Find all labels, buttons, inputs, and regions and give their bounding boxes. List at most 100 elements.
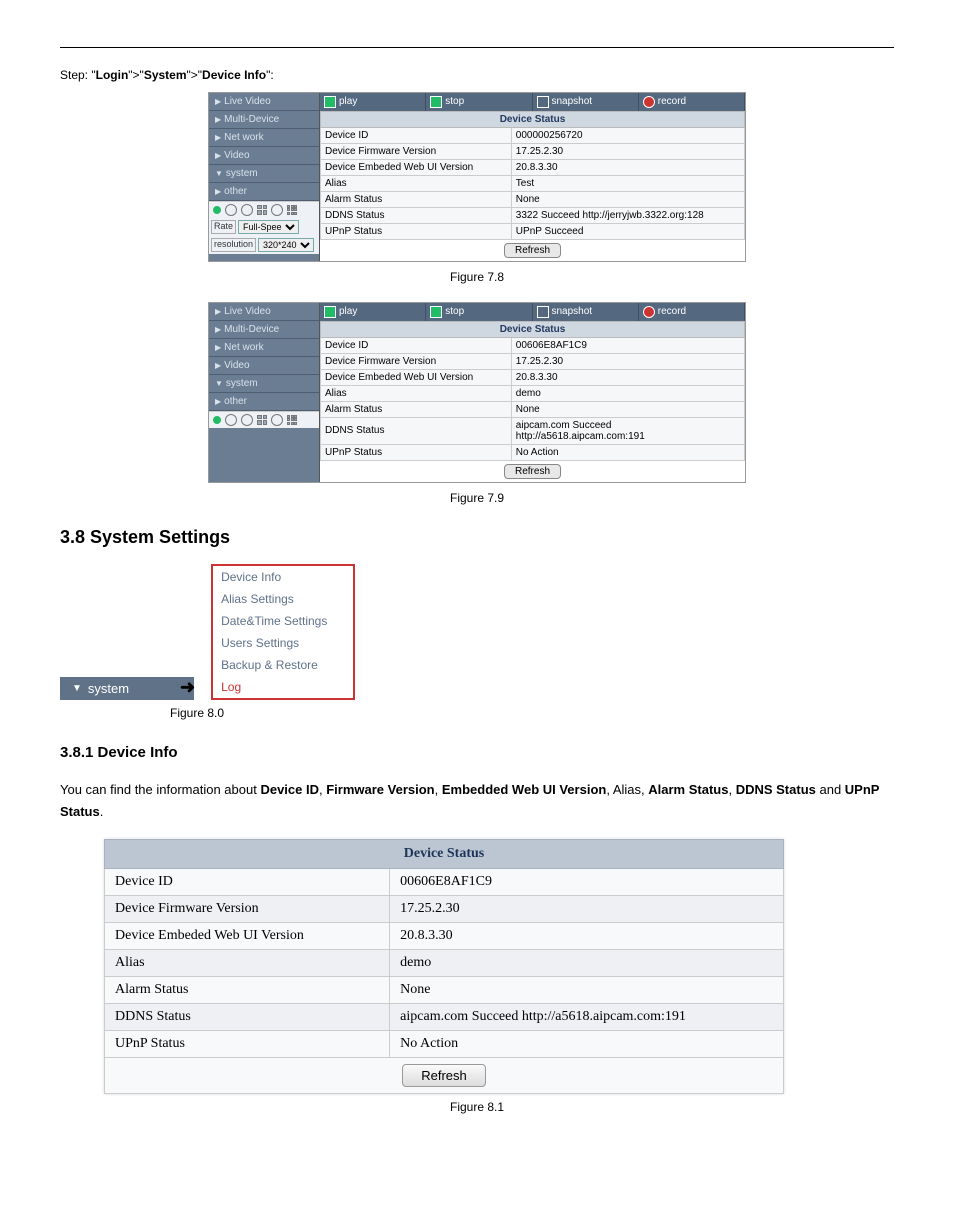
- record-button[interactable]: record: [639, 93, 745, 111]
- row-label: Alarm Status: [321, 401, 512, 417]
- nav-multi-device[interactable]: ▶Multi-Device: [209, 321, 319, 339]
- row-label: Device Firmware Version: [321, 353, 512, 369]
- row-label: Device ID: [321, 337, 512, 353]
- single-view-icon[interactable]: [225, 414, 237, 426]
- para-sep: .: [100, 804, 104, 819]
- device-status-big-table: Device Status Device ID00606E8AF1C9Devic…: [104, 839, 784, 1094]
- table-row: Device Firmware Version17.25.2.30: [105, 895, 784, 922]
- menu-item-backup-restore[interactable]: Backup & Restore: [213, 654, 353, 676]
- row-value: None: [511, 191, 744, 207]
- refresh-row: Refresh: [320, 240, 745, 261]
- nav-multi-device[interactable]: ▶Multi-Device: [209, 111, 319, 129]
- table-row: Alarm StatusNone: [321, 191, 745, 207]
- para-sep: , Alias,: [606, 782, 648, 797]
- nav-other[interactable]: ▶other: [209, 393, 319, 411]
- menu-item-alias-settings[interactable]: Alias Settings: [213, 588, 353, 610]
- dot-green-icon[interactable]: [213, 206, 221, 214]
- menu-item-device-info[interactable]: Device Info: [213, 566, 353, 588]
- table-row: UPnP StatusNo Action: [321, 444, 745, 460]
- rate-row: Rate Full-Spee: [209, 218, 319, 236]
- nav-live-video[interactable]: ▶Live Video: [209, 93, 319, 111]
- nav-network[interactable]: ▶Net work: [209, 339, 319, 357]
- device-status-table-79: Device Status Device ID00606E8AF1C9Devic…: [320, 321, 745, 461]
- nav-video[interactable]: ▶Video: [209, 147, 319, 165]
- single-view-icon[interactable]: [225, 204, 237, 216]
- row-value: aipcam.com Succeed http://a5618.aipcam.c…: [390, 1003, 784, 1030]
- table-row: UPnP StatusUPnP Succeed: [321, 223, 745, 239]
- grid9-view-icon[interactable]: [287, 205, 297, 215]
- grid4-view-icon[interactable]: [257, 205, 267, 215]
- refresh-button[interactable]: Refresh: [504, 243, 561, 258]
- play-button[interactable]: play: [320, 93, 426, 111]
- system-button-label: system: [88, 681, 129, 696]
- triangle-right-icon: ▶: [215, 133, 221, 142]
- play-button[interactable]: play: [320, 303, 426, 321]
- system-nav-button[interactable]: ▼ system: [60, 677, 194, 700]
- section-3-8-1-heading: 3.8.1 Device Info: [60, 744, 894, 761]
- row-value: Test: [511, 175, 744, 191]
- top-rule: [60, 47, 894, 48]
- row-label: Device ID: [321, 127, 512, 143]
- panel-78: ▶Live Video ▶Multi-Device ▶Net work ▶Vid…: [208, 92, 746, 262]
- row-label: Device Embeded Web UI Version: [321, 369, 512, 385]
- nav-other-label: other: [224, 396, 247, 407]
- step-sep2: ">": [187, 68, 203, 82]
- snapshot-button[interactable]: snapshot: [533, 93, 639, 111]
- dot-green-icon[interactable]: [213, 416, 221, 424]
- record-icon: [643, 96, 655, 108]
- para-ddns: DDNS Status: [736, 782, 816, 797]
- nav-other[interactable]: ▶other: [209, 183, 319, 201]
- resolution-row: resolution 320*240: [209, 236, 319, 254]
- nav-system[interactable]: ▼system: [209, 165, 319, 183]
- table-row: Device ID00606E8AF1C9: [105, 868, 784, 895]
- rate-select[interactable]: Full-Spee: [238, 220, 299, 234]
- triangle-right-icon: ▶: [215, 361, 221, 370]
- row-value: demo: [390, 949, 784, 976]
- grid4-view-icon[interactable]: [257, 415, 267, 425]
- stop-icon: [430, 96, 442, 108]
- row-label: Alias: [105, 949, 390, 976]
- sidebar: ▶Live Video ▶Multi-Device ▶Net work ▶Vid…: [209, 93, 320, 261]
- stop-button[interactable]: stop: [426, 303, 532, 321]
- refresh-button[interactable]: Refresh: [504, 464, 561, 479]
- sidebar: ▶Live Video ▶Multi-Device ▶Net work ▶Vid…: [209, 303, 320, 482]
- circle-icon[interactable]: [241, 414, 253, 426]
- table-row: DDNS Statusaipcam.com Succeed http://a56…: [321, 417, 745, 444]
- row-label: Alias: [321, 175, 512, 191]
- triangle-right-icon: ▶: [215, 187, 221, 196]
- menu-item-log[interactable]: Log: [213, 676, 353, 698]
- table-row: DDNS Status3322 Succeed http://jerryjwb.…: [321, 207, 745, 223]
- grid9-view-icon[interactable]: [287, 415, 297, 425]
- menu-item-date-time-settings[interactable]: Date&Time Settings: [213, 610, 353, 632]
- row-label: Device Firmware Version: [321, 143, 512, 159]
- snapshot-button[interactable]: snapshot: [533, 303, 639, 321]
- row-value: No Action: [390, 1030, 784, 1057]
- resolution-select[interactable]: 320*240: [258, 238, 314, 252]
- circle2-icon[interactable]: [271, 414, 283, 426]
- row-value: demo: [511, 385, 744, 401]
- record-icon: [643, 306, 655, 318]
- stop-button[interactable]: stop: [426, 93, 532, 111]
- nav-live-label: Live Video: [224, 96, 271, 107]
- rate-label: Rate: [211, 220, 236, 234]
- table-row: AliasTest: [321, 175, 745, 191]
- device-status-header: Device Status: [321, 321, 745, 337]
- record-button[interactable]: record: [639, 303, 745, 321]
- row-value: 00606E8AF1C9: [511, 337, 744, 353]
- step-deviceinfo: Device Info: [202, 68, 266, 82]
- table-row: Device Firmware Version17.25.2.30: [321, 143, 745, 159]
- table-row: Device ID000000256720: [321, 127, 745, 143]
- nav-network[interactable]: ▶Net work: [209, 129, 319, 147]
- nav-system[interactable]: ▼system: [209, 375, 319, 393]
- menu-item-users-settings[interactable]: Users Settings: [213, 632, 353, 654]
- row-label: Device Embeded Web UI Version: [321, 159, 512, 175]
- para-alarm: Alarm Status: [648, 782, 728, 797]
- stop-label: stop: [445, 96, 464, 107]
- nav-video[interactable]: ▶Video: [209, 357, 319, 375]
- table-row: Device ID00606E8AF1C9: [321, 337, 745, 353]
- nav-live-video[interactable]: ▶Live Video: [209, 303, 319, 321]
- circle-icon[interactable]: [241, 204, 253, 216]
- circle2-icon[interactable]: [271, 204, 283, 216]
- refresh-button[interactable]: Refresh: [402, 1064, 486, 1087]
- nav-video-label: Video: [224, 150, 249, 161]
